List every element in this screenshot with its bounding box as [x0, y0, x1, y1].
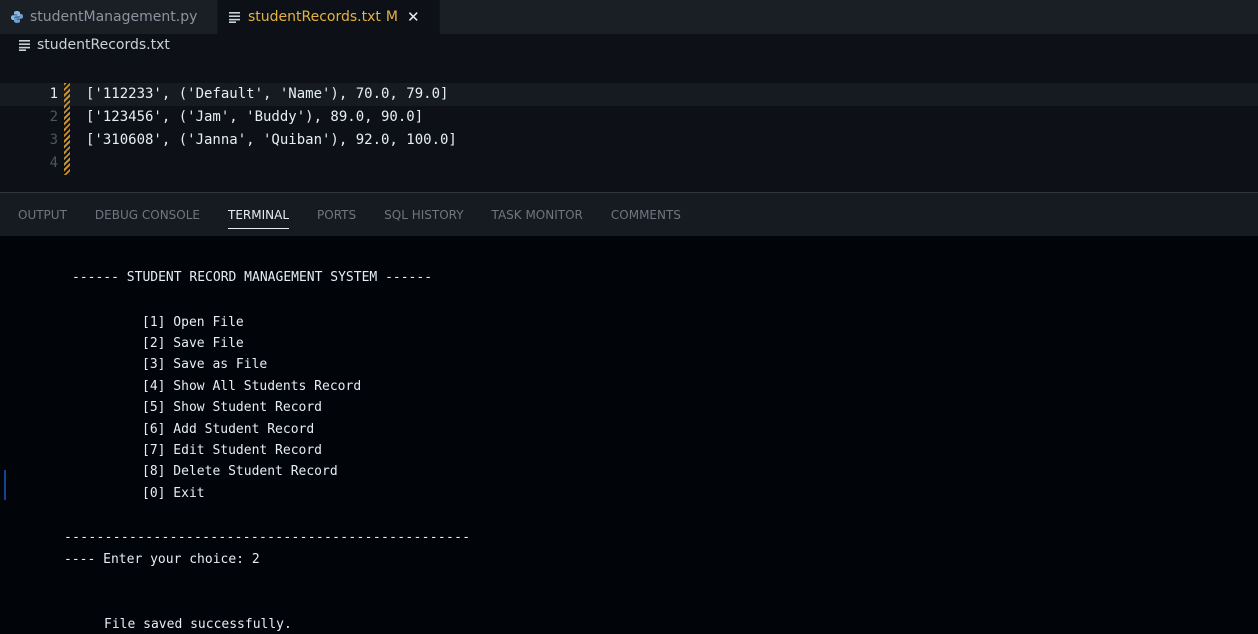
terminal-separator: ----------------------------------------…	[64, 530, 471, 545]
change-indicator	[64, 83, 70, 106]
editor-line[interactable]: 4	[0, 152, 1258, 175]
editor-line[interactable]: 2 ['123456', ('Jam', 'Buddy'), 89.0, 90.…	[0, 106, 1258, 129]
editor-line[interactable]: 1 ['112233', ('Default', 'Name'), 70.0, …	[0, 83, 1258, 106]
editor-line[interactable]: 3 ['310608', ('Janna', 'Quiban'), 92.0, …	[0, 129, 1258, 152]
line-number: 2	[49, 109, 58, 125]
code-editor[interactable]: 1 ['112233', ('Default', 'Name'), 70.0, …	[0, 56, 1258, 189]
menu-option: [2] Save File	[142, 336, 244, 351]
menu-option: [6] Add Student Record	[142, 422, 315, 437]
menu-option: [7] Edit Student Record	[142, 443, 323, 458]
tab-label: studentManagement.py	[30, 9, 198, 25]
tab-output[interactable]: OUTPUT	[18, 193, 67, 236]
terminal-header: ------ STUDENT RECORD MANAGEMENT SYSTEM …	[72, 270, 433, 285]
text-file-icon	[228, 11, 242, 23]
tabbar-empty-space	[440, 0, 1258, 34]
change-indicator	[64, 152, 70, 175]
terminal[interactable]: ------ STUDENT RECORD MANAGEMENT SYSTEM …	[0, 236, 1258, 634]
breadcrumb-label: studentRecords.txt	[37, 37, 170, 53]
tab-sql-history[interactable]: SQL HISTORY	[384, 193, 463, 236]
vscode-window: studentManagement.py studentRecords.txt …	[0, 0, 1258, 634]
code-text: ['112233', ('Default', 'Name'), 70.0, 79…	[86, 86, 449, 102]
tab-ports[interactable]: PORTS	[317, 193, 356, 236]
tab-comments[interactable]: COMMENTS	[611, 193, 681, 236]
tab-student-management[interactable]: studentManagement.py	[0, 0, 218, 34]
menu-option: [3] Save as File	[142, 357, 268, 372]
code-text: ['310608', ('Janna', 'Quiban'), 92.0, 10…	[86, 132, 457, 148]
python-file-icon	[10, 10, 24, 24]
menu-option: [8] Delete Student Record	[142, 464, 338, 479]
terminal-focus-indicator	[4, 470, 6, 500]
text-file-icon	[18, 39, 32, 51]
tab-label: studentRecords.txt	[248, 9, 381, 25]
close-icon[interactable]: ✕	[407, 8, 420, 26]
tab-student-records[interactable]: studentRecords.txt M ✕	[218, 0, 440, 34]
editor-tab-bar: studentManagement.py studentRecords.txt …	[0, 0, 1258, 34]
line-number: 1	[49, 86, 58, 102]
tab-task-monitor[interactable]: TASK MONITOR	[492, 193, 583, 236]
choice-prompt: ---- Enter your choice: 2	[64, 552, 260, 567]
status-message: File saved successfully.	[104, 617, 292, 632]
line-number: 3	[49, 132, 58, 148]
code-text: ['123456', ('Jam', 'Buddy'), 89.0, 90.0]	[86, 109, 424, 125]
tab-terminal[interactable]: TERMINAL	[228, 193, 290, 236]
change-indicator	[64, 106, 70, 129]
menu-option: [1] Open File	[142, 315, 244, 330]
menu-option: [4] Show All Students Record	[142, 379, 362, 394]
tab-debug-console[interactable]: DEBUG CONSOLE	[95, 193, 200, 236]
panel-tab-bar: OUTPUT DEBUG CONSOLE TERMINAL PORTS SQL …	[0, 193, 1258, 236]
menu-option: [5] Show Student Record	[142, 400, 323, 415]
line-number: 4	[49, 155, 58, 171]
change-indicator	[64, 129, 70, 152]
modified-badge: M	[385, 9, 398, 25]
menu-option: [0] Exit	[142, 486, 205, 501]
breadcrumb[interactable]: studentRecords.txt	[0, 34, 1258, 56]
